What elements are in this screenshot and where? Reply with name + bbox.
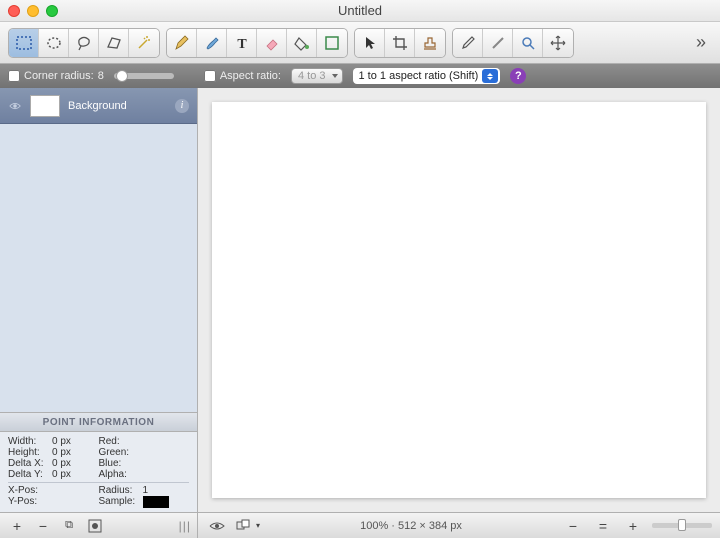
- titlebar: Untitled: [0, 0, 720, 22]
- layer-name: Background: [68, 100, 127, 112]
- main-area: Background i POINT INFORMATION Width:0 p…: [0, 88, 720, 512]
- rect-select-tool[interactable]: [9, 29, 39, 57]
- status-text: 100% · 512 × 384 px: [268, 520, 554, 532]
- zoom-tool[interactable]: [513, 29, 543, 57]
- aspect-ratio-checkbox[interactable]: [204, 70, 216, 82]
- ellipse-select-tool[interactable]: [39, 29, 69, 57]
- zoom-out-button[interactable]: −: [562, 517, 584, 535]
- pi-ypos-value: [52, 496, 82, 508]
- zoom-slider[interactable]: [652, 523, 712, 528]
- duplicate-layer-button[interactable]: ⧉: [58, 517, 80, 535]
- pi-alpha-label: Alpha:: [99, 469, 143, 480]
- pi-xpos-value: [52, 485, 82, 496]
- point-info-header: POINT INFORMATION: [0, 412, 197, 432]
- pi-blue-label: Blue:: [99, 458, 143, 469]
- canvas-area: [198, 88, 720, 512]
- poly-select-tool[interactable]: [99, 29, 129, 57]
- corner-radius-label: Corner radius:: [24, 70, 94, 82]
- transform-tools-group: [354, 28, 446, 58]
- window-controls: [8, 5, 58, 17]
- remove-layer-button[interactable]: −: [32, 517, 54, 535]
- pi-width-value: 0 px: [52, 436, 82, 447]
- pi-dy-label: Delta Y:: [8, 469, 52, 480]
- minimize-window-button[interactable]: [27, 5, 39, 17]
- close-window-button[interactable]: [8, 5, 20, 17]
- wand-select-tool[interactable]: [129, 29, 159, 57]
- layer-thumbnail: [30, 95, 60, 117]
- layer-visibility-icon[interactable]: [8, 99, 22, 113]
- svg-text:T: T: [237, 37, 247, 52]
- aspect-shift-select[interactable]: 1 to 1 aspect ratio (Shift): [353, 68, 501, 84]
- pencil-tool[interactable]: [167, 29, 197, 57]
- stamp-tool[interactable]: [415, 29, 445, 57]
- heal-tool[interactable]: [483, 29, 513, 57]
- util-tools-group: [452, 28, 574, 58]
- zoom-in-button[interactable]: +: [622, 517, 644, 535]
- brush-tool[interactable]: [197, 29, 227, 57]
- pi-xpos-label: X-Pos:: [8, 485, 52, 496]
- layer-mask-button[interactable]: [84, 517, 106, 535]
- pi-height-value: 0 px: [52, 447, 82, 458]
- aspect-ratio-label: Aspect ratio:: [220, 70, 281, 82]
- corner-radius-slider[interactable]: [114, 73, 174, 79]
- main-toolbar: T »: [0, 22, 720, 64]
- pi-width-label: Width:: [8, 436, 52, 447]
- dropdown-arrows-icon: [482, 69, 498, 83]
- zoom-window-button[interactable]: [46, 5, 58, 17]
- lasso-select-tool[interactable]: [69, 29, 99, 57]
- aspect-ratio-option: Aspect ratio:: [204, 70, 281, 82]
- text-tool[interactable]: T: [227, 29, 257, 57]
- layer-row[interactable]: Background i: [0, 88, 197, 124]
- pi-radius-label: Radius:: [99, 485, 143, 496]
- toolbar-overflow-button[interactable]: »: [690, 32, 712, 53]
- draw-tools-group: T: [166, 28, 348, 58]
- tool-options-bar: Corner radius: 8 Aspect ratio: 4 to 3 1 …: [0, 64, 720, 88]
- zoom-fit-button[interactable]: =: [592, 517, 614, 535]
- sidebar-resize-grip[interactable]: |||: [179, 519, 191, 533]
- help-button[interactable]: ?: [510, 68, 526, 84]
- pi-green-label: Green:: [99, 447, 143, 458]
- pointer-tool[interactable]: [355, 29, 385, 57]
- pi-dx-label: Delta X:: [8, 458, 52, 469]
- layer-info-button[interactable]: i: [175, 99, 189, 113]
- pi-height-label: Height:: [8, 447, 52, 458]
- move-tool[interactable]: [543, 29, 573, 57]
- pi-sample-swatch: [143, 496, 169, 508]
- point-info-panel: Width:0 px Red: Height:0 px Green: Delta…: [0, 432, 197, 512]
- selection-tools-group: [8, 28, 160, 58]
- corner-radius-value: 8: [98, 70, 104, 82]
- corner-radius-option: Corner radius: 8: [8, 70, 104, 82]
- layers-footer: + − ⧉ |||: [0, 512, 198, 538]
- crop-tool[interactable]: [385, 29, 415, 57]
- pi-ypos-label: Y-Pos:: [8, 496, 52, 508]
- pi-sample-label: Sample:: [99, 496, 143, 508]
- layers-sidebar: Background i POINT INFORMATION Width:0 p…: [0, 88, 198, 512]
- layers-empty-area: [0, 124, 197, 412]
- preview-button[interactable]: [206, 517, 228, 535]
- canvas[interactable]: [212, 102, 706, 498]
- corner-radius-checkbox[interactable]: [8, 70, 20, 82]
- pi-dy-value: 0 px: [52, 469, 82, 480]
- arrange-button[interactable]: ▾: [236, 517, 260, 535]
- fill-tool[interactable]: [287, 29, 317, 57]
- add-layer-button[interactable]: +: [6, 517, 28, 535]
- pi-dx-value: 0 px: [52, 458, 82, 469]
- shape-tool[interactable]: [317, 29, 347, 57]
- status-bar: ▾ 100% · 512 × 384 px − = +: [198, 512, 720, 538]
- bottom-bar: + − ⧉ ||| ▾ 100% · 512 × 384 px − = +: [0, 512, 720, 538]
- aspect-ratio-select[interactable]: 4 to 3: [291, 68, 343, 84]
- pi-red-label: Red:: [99, 436, 143, 447]
- eraser-tool[interactable]: [257, 29, 287, 57]
- aspect-shift-label: 1 to 1 aspect ratio (Shift): [359, 70, 479, 82]
- pi-radius-value: 1: [143, 485, 149, 496]
- window-title: Untitled: [0, 3, 720, 18]
- eyedropper-tool[interactable]: [453, 29, 483, 57]
